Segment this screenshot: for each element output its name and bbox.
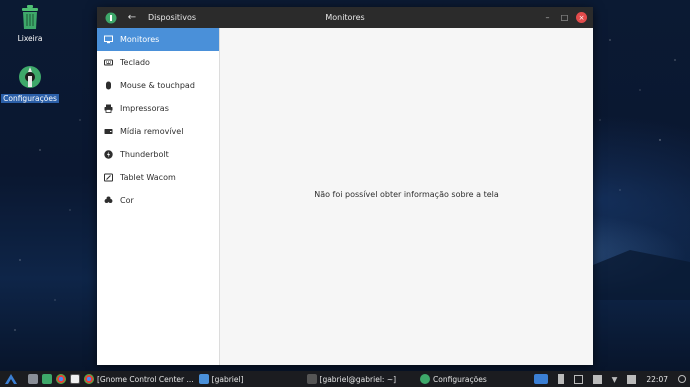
app-logo-icon	[105, 12, 117, 23]
system-tray: ▼ 22:07	[533, 371, 686, 387]
error-message: Não foi possível obter informação sobre …	[314, 190, 499, 199]
keyboard-icon	[104, 58, 113, 67]
clock[interactable]: 22:07	[646, 375, 668, 384]
file-manager-icon[interactable]	[42, 374, 52, 384]
power-icon[interactable]	[678, 375, 686, 383]
sidebar-item-midia-removivel[interactable]: Mídia removível	[97, 120, 219, 143]
folder-icon	[198, 374, 209, 384]
sidebar-item-monitores[interactable]: Monitores	[97, 28, 219, 51]
bluetooth-icon[interactable]	[557, 374, 564, 384]
sidebar-item-label: Impressoras	[120, 104, 169, 113]
sidebar-item-tablet-wacom[interactable]: Tablet Wacom	[97, 166, 219, 189]
desktop-icon-trash[interactable]: Lixeira	[0, 4, 60, 43]
back-button[interactable]: ←	[125, 11, 139, 25]
taskbar-item-label: [gabriel@gabriel: ~]	[319, 374, 397, 384]
sidebar-item-mouse-touchpad[interactable]: Mouse & touchpad	[97, 74, 219, 97]
arrow-left-icon: ←	[127, 12, 137, 23]
minimize-icon: –	[545, 13, 550, 22]
sidebar-item-thunderbolt[interactable]: Thunderbolt	[97, 143, 219, 166]
sound-icon[interactable]	[592, 374, 602, 384]
taskbar-item-label: Configurações	[433, 374, 487, 384]
monitors-panel: Não foi possível obter informação sobre …	[220, 28, 593, 365]
terminal-icon	[306, 374, 317, 384]
clipboard-icon[interactable]	[573, 374, 583, 384]
chrome-icon	[84, 374, 94, 384]
sidebar-item-label: Teclado	[120, 58, 150, 67]
sidebar-item-label: Thunderbolt	[120, 150, 169, 159]
tablet-icon	[104, 173, 113, 182]
thunderbolt-icon	[104, 150, 113, 159]
desktop-icon-label: Configurações	[1, 94, 59, 103]
desktop-icon-label: Lixeira	[17, 34, 43, 43]
sidebar-item-label: Cor	[120, 196, 134, 205]
desktop-icon-settings[interactable]: Configurações	[0, 62, 60, 103]
removable-media-icon	[104, 127, 113, 136]
settings-gear-icon	[19, 66, 41, 88]
taskbar: [Gnome Control Center ... [gabriel] [gab…	[0, 371, 690, 387]
sidebar-item-cor[interactable]: Cor	[97, 189, 219, 212]
taskbar-item-label: [gabriel]	[211, 374, 244, 384]
notifications-icon[interactable]	[627, 374, 637, 384]
sidebar-item-impressoras[interactable]: Impressoras	[97, 97, 219, 120]
sidebar-item-label: Tablet Wacom	[120, 173, 176, 182]
maximize-button[interactable]: □	[559, 12, 570, 23]
text-editor-icon[interactable]	[70, 374, 80, 384]
close-button[interactable]: ×	[576, 12, 587, 23]
network-icon[interactable]: ▼	[612, 375, 618, 384]
chrome-icon[interactable]	[56, 374, 66, 384]
panel-title: Dispositivos	[148, 13, 197, 22]
mouse-icon	[104, 81, 113, 90]
start-menu-icon	[5, 374, 17, 384]
taskbar-item-terminal[interactable]: [gabriel@gabriel: ~]	[306, 371, 397, 387]
color-icon	[104, 196, 113, 205]
minimize-button[interactable]: –	[542, 12, 553, 23]
close-icon: ×	[578, 13, 585, 22]
sidebar: Monitores Teclado Mouse & touchpad Impre…	[97, 28, 220, 365]
start-menu-button[interactable]	[4, 371, 18, 387]
printer-icon	[104, 104, 113, 113]
sidebar-item-teclado[interactable]: Teclado	[97, 51, 219, 74]
show-desktop-icon[interactable]	[28, 374, 38, 384]
settings-gear-icon	[420, 374, 431, 384]
taskbar-item-gnome-control-center[interactable]: [Gnome Control Center ...	[84, 371, 194, 387]
taskbar-item-label: [Gnome Control Center ...	[97, 374, 194, 384]
trash-icon	[22, 5, 38, 29]
taskbar-item-settings[interactable]: Configurações	[420, 371, 487, 387]
sidebar-item-label: Monitores	[120, 35, 160, 44]
sidebar-item-label: Mouse & touchpad	[120, 81, 195, 90]
workspace-switcher-icon[interactable]	[533, 374, 548, 384]
maximize-icon: □	[560, 13, 569, 22]
display-icon	[104, 35, 113, 44]
header-bar: ← Dispositivos Monitores – □ ×	[97, 7, 593, 28]
settings-window: ← Dispositivos Monitores – □ × Monitores…	[97, 7, 593, 365]
sidebar-item-label: Mídia removível	[120, 127, 184, 136]
taskbar-item-folder[interactable]: [gabriel]	[198, 371, 244, 387]
